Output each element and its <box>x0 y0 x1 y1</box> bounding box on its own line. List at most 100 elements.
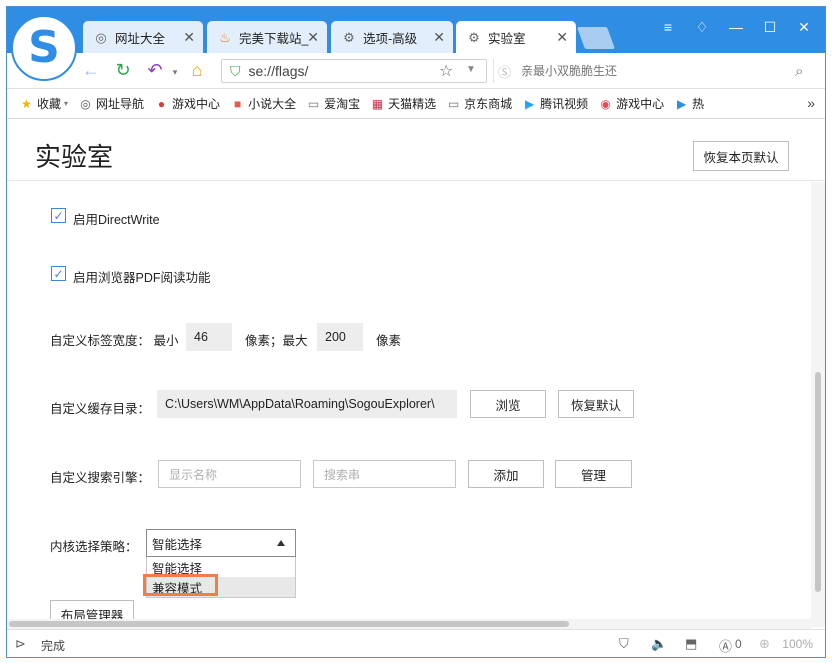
status-bar: ⊳ 完成 ⛉ 🔈 ⬒ Ⓐ 0 ⊕ 100% <box>7 629 825 657</box>
close-window-icon[interactable]: ✕ <box>793 19 815 36</box>
tab-width-mid-label: 像素；最大 <box>245 334 308 348</box>
search-box: Ⓢ ⌕ <box>493 59 815 83</box>
status-text: 完成 <box>41 639 66 653</box>
bookmark-item[interactable]: ★ 收藏 ▾ <box>19 95 68 112</box>
cache-dir-input[interactable]: C:\Users\WM\AppData\Roaming\SogouExplore… <box>157 390 457 418</box>
chevron-down-icon[interactable]: ▼ <box>466 64 476 75</box>
refresh-icon[interactable]: ↻ <box>111 60 135 81</box>
search-engine-label: 自定义搜索引擎： <box>50 471 151 485</box>
bookmark-item[interactable]: ● 游戏中心 <box>154 95 220 112</box>
sidebar-toggle-icon[interactable]: ⊳ <box>15 636 26 652</box>
speaker-icon[interactable]: 🔈 <box>651 636 667 652</box>
page-icon: ▭ <box>307 96 320 111</box>
tab-1[interactable]: ♨ 完美下载站_ ✕ <box>207 21 327 54</box>
bookmark-label: 收藏 <box>37 97 62 111</box>
highlight-box <box>143 574 218 596</box>
bookmark-item[interactable]: ▶ 热 <box>674 95 704 112</box>
gear-icon: ⚙ <box>343 29 355 45</box>
star-icon: ★ <box>21 96 32 111</box>
bookmark-label: 爱淘宝 <box>324 97 361 111</box>
horizontal-scrollbar[interactable] <box>7 619 811 629</box>
close-icon[interactable]: ✕ <box>183 29 195 46</box>
shield-icon: ⛉ <box>230 62 241 79</box>
tab-width-unit: 像素 <box>376 334 402 348</box>
maximize-icon[interactable]: ☐ <box>759 19 781 36</box>
bookmark-label: 京东商城 <box>464 97 513 111</box>
more-bookmarks-icon[interactable]: » <box>807 95 815 111</box>
gear-icon: ⚙ <box>468 29 480 45</box>
reset-page-button[interactable]: 恢复本页默认 <box>693 141 789 171</box>
game-icon: ● <box>157 96 166 111</box>
tab-width-max-input[interactable]: 200 <box>317 323 363 351</box>
bookmark-label: 天猫精选 <box>388 97 437 111</box>
bookmark-item[interactable]: ▶ 腾讯视频 <box>522 95 588 112</box>
menu-icon[interactable]: ≡ <box>657 19 679 35</box>
zoom-level[interactable]: 100% <box>782 637 813 651</box>
home-icon[interactable]: ⌂ <box>185 60 209 81</box>
adblock-count: 0 <box>735 637 742 651</box>
bookmark-star-icon[interactable]: ☆ <box>439 61 453 81</box>
close-icon[interactable]: ✕ <box>307 29 319 46</box>
close-icon[interactable]: ✕ <box>556 29 568 46</box>
download-icon[interactable]: ⬒ <box>685 636 697 652</box>
globe-icon: ◎ <box>80 96 91 111</box>
bookmark-item[interactable]: ◉ 游戏中心 <box>598 95 664 112</box>
tab-width-min-input[interactable]: 46 <box>186 323 232 351</box>
bookmark-label: 游戏中心 <box>172 97 221 111</box>
search-icon[interactable]: ⌕ <box>795 63 803 80</box>
reset-cache-button[interactable]: 恢复默认 <box>558 390 634 418</box>
bookmark-label: 小说大全 <box>248 97 297 111</box>
bookmark-item[interactable]: ▭ 京东商城 <box>446 95 512 112</box>
search-input[interactable] <box>521 64 782 78</box>
engine-query-input[interactable]: 搜索串 <box>313 460 456 488</box>
browse-button[interactable]: 浏览 <box>470 390 546 418</box>
bookmark-label: 网址导航 <box>96 97 145 111</box>
bookmark-item[interactable]: ▦ 天猫精选 <box>370 95 436 112</box>
gamepad-icon: ◉ <box>600 96 611 111</box>
zoom-icon[interactable]: ⊕ <box>759 636 770 652</box>
manage-engine-button[interactable]: 管理 <box>555 460 632 488</box>
cache-dir-label: 自定义缓存目录： <box>50 402 151 416</box>
scroll-thumb[interactable] <box>815 372 821 592</box>
page-title: 实验室 <box>35 143 114 173</box>
bookmark-label: 热 <box>692 97 705 111</box>
bookmark-label: 腾讯视频 <box>540 97 589 111</box>
chevron-down-icon[interactable]: ▾ <box>163 67 187 78</box>
bookmark-item[interactable]: ◎ 网址导航 <box>78 95 144 112</box>
dropdown-arrow-icon <box>277 540 285 546</box>
scroll-thumb[interactable] <box>9 621 569 627</box>
back-icon[interactable]: ← <box>79 60 103 81</box>
video-icon: ▶ <box>525 96 535 111</box>
close-icon[interactable]: ✕ <box>433 29 445 46</box>
bookmarks-bar: ★ 收藏 ▾ ◎ 网址导航 ● 游戏中心 ■ 小说大全 ▭ 爱淘宝 ▦ 天猫精选 ▭ 京东商城 … <box>7 89 825 119</box>
directwrite-label: 启用DirectWrite <box>73 213 160 227</box>
skin-icon[interactable]: ♢ <box>691 19 713 36</box>
kernel-selected-value: 智能选择 <box>152 537 203 552</box>
globe-icon: ◎ <box>95 29 107 45</box>
adblock-icon[interactable]: Ⓐ <box>719 636 732 655</box>
tab-0[interactable]: ◎ 网址大全 ✕ <box>83 21 203 54</box>
sogou-logo[interactable]: S <box>11 15 77 81</box>
tmall-icon: ▦ <box>371 96 384 111</box>
directwrite-checkbox[interactable]: ✓ <box>51 208 66 223</box>
engine-name-input[interactable]: 显示名称 <box>158 460 301 488</box>
vertical-scrollbar[interactable] <box>811 182 825 627</box>
shield-icon[interactable]: ⛉ <box>619 636 629 652</box>
add-engine-button[interactable]: 添加 <box>468 460 544 488</box>
play-icon: ▶ <box>677 96 687 111</box>
address-toolbar: ← ↻ ↶ ▾ ⌂ ⛉ se://flags/ ☆ ▼ Ⓢ ⌕ <box>7 53 825 89</box>
bookmark-label: 游戏中心 <box>616 97 665 111</box>
bookmark-item[interactable]: ■ 小说大全 <box>230 95 296 112</box>
settings-content: ✓ 启用DirectWrite ✓ 启用浏览器PDF阅读功能 自定义标签宽度： … <box>7 182 811 628</box>
new-tab-button[interactable] <box>576 27 616 49</box>
tab-3[interactable]: ⚙ 实验室 ✕ <box>456 21 576 54</box>
pdf-reader-checkbox[interactable]: ✓ <box>51 266 66 281</box>
kernel-select[interactable]: 智能选择 <box>146 529 296 557</box>
url-text: se://flags/ <box>248 63 309 79</box>
kernel-label: 内核选择策略： <box>50 540 138 554</box>
fire-icon: ♨ <box>219 29 231 45</box>
bookmark-item[interactable]: ▭ 爱淘宝 <box>306 95 360 112</box>
tab-2[interactable]: ⚙ 选项-高级 ✕ <box>331 21 453 54</box>
minimize-icon[interactable]: — <box>725 19 747 35</box>
browser-window: ◎ 网址大全 ✕ ♨ 完美下载站_ ✕ ⚙ 选项-高级 ✕ ⚙ 实验室 ✕ ≡ … <box>6 6 826 658</box>
